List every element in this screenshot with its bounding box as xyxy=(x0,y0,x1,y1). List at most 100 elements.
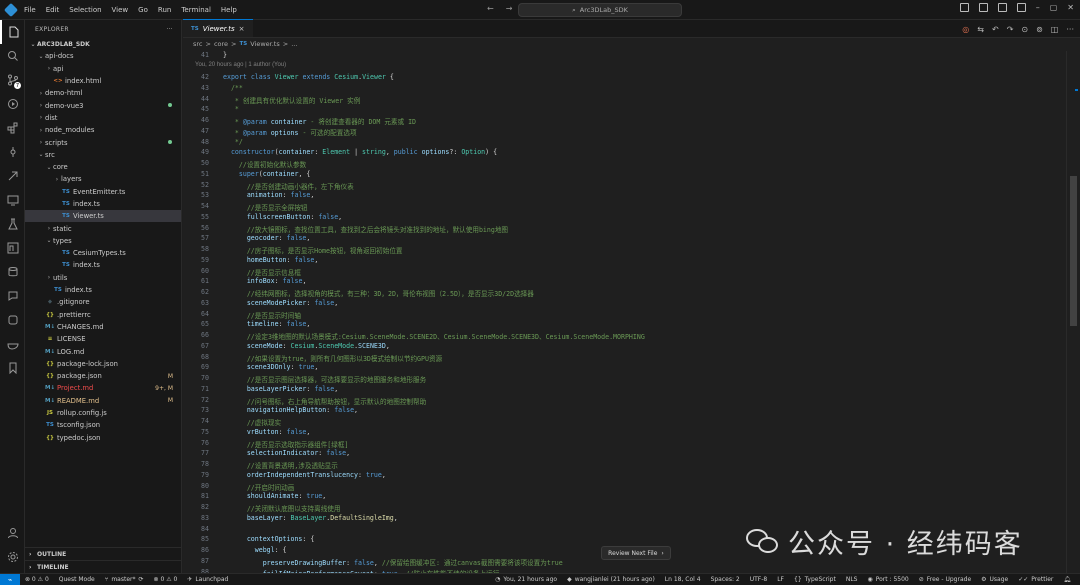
code-line[interactable]: //设置背景透明,涉及透贴显示 xyxy=(223,460,338,470)
deploy-icon[interactable] xyxy=(0,164,25,188)
tree-file[interactable]: M↓ LOG.md xyxy=(25,345,181,357)
forward-arrow-icon[interactable]: → xyxy=(506,4,513,13)
timeline-section[interactable]: › TIMELINE xyxy=(25,560,182,573)
code-line[interactable]: geocoder: false, xyxy=(223,234,311,242)
code-line[interactable]: //是否显示图层选择器，可选择要显示的地图服务和地形服务 xyxy=(223,374,426,384)
status-prettier[interactable]: ✓✓ Prettier xyxy=(1013,576,1058,583)
code-line[interactable]: orderIndependentTranslucency: true, xyxy=(223,471,386,479)
status-eol[interactable]: LF xyxy=(772,576,789,583)
code-line[interactable]: //是否显示全屏按钮 xyxy=(223,202,308,212)
accounts-box-icon[interactable] xyxy=(0,308,25,332)
code-line[interactable]: sceneMode: Cesium.SceneMode.SCENE3D, xyxy=(223,342,390,350)
tree-file[interactable]: TS EventEmitter.ts xyxy=(25,186,181,198)
code-line[interactable]: //是否显示选取指示器组件[绿框] xyxy=(223,439,349,449)
code-line[interactable]: * xyxy=(223,105,239,113)
tree-folder[interactable]: › dist xyxy=(25,112,181,124)
status-language[interactable]: {} TypeScript xyxy=(789,576,841,583)
menu-terminal[interactable]: Terminal xyxy=(181,6,211,14)
code-line[interactable]: * @param container - 将创建查看器的 DOM 元素或 ID xyxy=(223,116,416,126)
tab-viewer-ts[interactable]: TS Viewer.ts × xyxy=(183,19,253,37)
tree-file[interactable]: {} package-lock.json xyxy=(25,358,181,370)
search-view-icon[interactable] xyxy=(0,44,25,68)
status-errors[interactable]: ⊗ 0 ⚠ 0 xyxy=(20,576,54,583)
toggle-panel-icon[interactable] xyxy=(997,3,1007,12)
tree-folder[interactable]: › demo-html xyxy=(25,87,181,99)
close-icon[interactable]: ✕ xyxy=(1067,3,1074,12)
remote-indicator-icon[interactable]: ⌁ xyxy=(0,573,20,585)
run-debug-icon[interactable] xyxy=(0,92,25,116)
review-next-file-button[interactable]: Review Next File › xyxy=(601,546,671,560)
testing-icon[interactable] xyxy=(0,212,25,236)
more-actions-icon[interactable]: ··· xyxy=(166,26,173,33)
status-problems[interactable]: ⊗ 0 ⚠ 0 xyxy=(149,576,183,583)
database-icon[interactable] xyxy=(0,260,25,284)
menu-file[interactable]: File xyxy=(24,6,36,14)
tree-file[interactable]: TS index.ts xyxy=(25,284,181,296)
tree-folder[interactable]: › demo-vue3 xyxy=(25,99,181,111)
docker-icon[interactable] xyxy=(0,332,25,356)
extensions-icon[interactable] xyxy=(0,116,25,140)
code-line[interactable]: * @param options - 可选的配置选项 xyxy=(223,127,357,137)
tab-close-icon[interactable]: × xyxy=(239,25,245,33)
source-control-icon[interactable]: 7 xyxy=(0,68,25,92)
tree-folder[interactable]: › static xyxy=(25,222,181,234)
code-line[interactable]: homeButton: false, xyxy=(223,256,319,264)
code-line[interactable]: //如果设置为true，则所有几何图形以3D模式绘制以节约GPU资源 xyxy=(223,353,442,363)
menu-run[interactable]: Run xyxy=(158,6,171,14)
menu-edit[interactable]: Edit xyxy=(46,6,60,14)
status-author[interactable]: ◆ wangjianlei (21 hours ago) xyxy=(562,576,660,583)
tree-file[interactable]: TS index.ts xyxy=(25,259,181,271)
tree-file[interactable]: TS index.ts xyxy=(25,198,181,210)
tree-folder[interactable]: › utils xyxy=(25,272,181,284)
tree-file[interactable]: M↓ CHANGES.md xyxy=(25,321,181,333)
npm-scripts-icon[interactable] xyxy=(0,236,25,260)
explorer-icon[interactable] xyxy=(0,20,25,44)
tree-file[interactable]: JS rollup.config.js xyxy=(25,407,181,419)
code-line[interactable]: selectionIndicator: false, xyxy=(223,449,350,457)
status-quest-mode[interactable]: Quest Mode xyxy=(54,576,100,583)
code-line[interactable]: baseLayer: BaseLayer.DefaultSingleImg, xyxy=(223,514,398,522)
code-line[interactable]: super(container, { xyxy=(223,170,311,178)
tree-file[interactable]: {} package.json M xyxy=(25,370,181,382)
status-usage[interactable]: ⚙ Usage xyxy=(976,576,1013,583)
tree-file[interactable]: M↓ README.md M xyxy=(25,395,181,407)
code-line[interactable]: sceneModePicker: false, xyxy=(223,299,338,307)
code-line[interactable]: * 创建具有优化默认设置的 Viewer 实例 xyxy=(223,95,360,105)
code-line[interactable]: timeline: false, xyxy=(223,320,311,328)
back-arrow-icon[interactable]: ← xyxy=(487,4,494,13)
code-line[interactable]: //问号图标，右上角导航帮助按钮，显示默认的地图控制帮助 xyxy=(223,396,426,406)
code-line[interactable]: animation: false, xyxy=(223,191,315,199)
git-graph-icon[interactable] xyxy=(0,140,25,164)
status-blame[interactable]: ◔ You, 21 hours ago xyxy=(490,576,562,583)
crumb-symbol[interactable]: ... xyxy=(291,40,297,48)
compare-icon[interactable]: ⇆ xyxy=(977,25,984,34)
tree-folder[interactable]: › scripts xyxy=(25,136,181,148)
status-nls[interactable]: NLS xyxy=(841,576,863,583)
outline-section[interactable]: › OUTLINE xyxy=(25,547,182,560)
code-editor[interactable]: You, 20 hours ago | 1 author (You) 41} 42… xyxy=(183,51,1063,573)
status-branch[interactable]: ⑂ master* ⟳ xyxy=(100,576,149,583)
tree-file[interactable]: ◆ .gitignore xyxy=(25,296,181,308)
code-line[interactable]: */ xyxy=(223,138,243,146)
status-cursor-position[interactable]: Ln 18, Col 4 xyxy=(660,576,706,583)
tree-file[interactable]: TS Viewer.ts xyxy=(25,210,181,223)
status-launchpad[interactable]: ✈ Launchpad xyxy=(182,576,233,583)
tree-folder[interactable]: ⌄ src xyxy=(25,149,181,161)
status-live-server[interactable]: ◉ Port : 5500 xyxy=(862,576,913,583)
split-editor-icon[interactable]: ◫ xyxy=(1051,25,1059,34)
tree-folder[interactable]: ⌄ types xyxy=(25,235,181,247)
crumb-src[interactable]: src xyxy=(193,40,203,48)
code-line[interactable]: infoBox: false, xyxy=(223,277,307,285)
code-line[interactable]: fullscreenButton: false, xyxy=(223,213,342,221)
code-line[interactable]: //是否创建动画小器件，左下角仪表 xyxy=(223,181,354,191)
toggle-secondary-sidebar-icon[interactable] xyxy=(1016,3,1026,12)
preview-icon[interactable]: ⊚ xyxy=(1036,25,1043,34)
tree-file[interactable]: TS CesiumTypes.ts xyxy=(25,247,181,259)
code-line[interactable]: contextOptions: { xyxy=(223,535,315,543)
minimize-icon[interactable]: – xyxy=(1036,3,1040,12)
code-line[interactable]: shouldAnimate: true, xyxy=(223,492,326,500)
ai-action-icon[interactable]: ◎ xyxy=(962,25,969,34)
codelens-blame[interactable]: You, 20 hours ago | 1 author (You) xyxy=(195,62,286,68)
scrollbar-thumb[interactable] xyxy=(1070,176,1077,326)
code-line[interactable]: //虚拟现实 xyxy=(223,417,281,427)
